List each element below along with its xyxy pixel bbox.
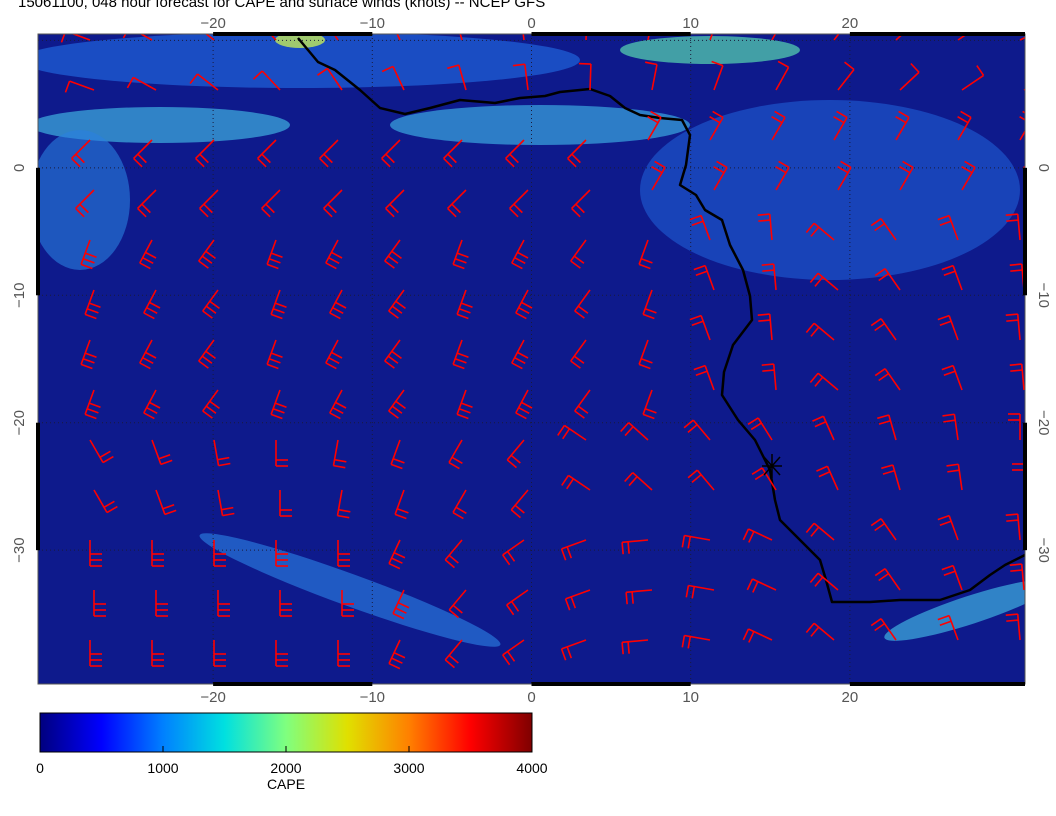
border-bar-top: [213, 32, 373, 36]
border-bar-left: [36, 422, 40, 551]
colorbar-label: CAPE: [267, 776, 305, 792]
lat-tick-label-left: −30: [11, 537, 28, 562]
lat-tick-label-right: −20: [1035, 410, 1052, 435]
lon-tick-label-top: 20: [842, 15, 859, 32]
lon-tick-label-top: −10: [360, 15, 385, 32]
lat-tick-label-right: 0: [1035, 164, 1052, 172]
lat-tick-label-left: −10: [11, 283, 28, 308]
border-bar-left: [36, 167, 40, 296]
colorbar-tick-label: 3000: [393, 760, 424, 776]
lat-tick-label-right: −10: [1035, 283, 1052, 308]
location-marker: [762, 454, 782, 478]
colorbar-tick-label: 1000: [147, 760, 178, 776]
border-bar-bottom: [531, 682, 691, 686]
lon-tick-label-bottom: −10: [360, 689, 385, 706]
wind-barb: [1023, 88, 1025, 91]
lon-tick-label-bottom: 0: [527, 689, 535, 706]
border-bar-right: [1023, 422, 1027, 551]
lat-tick-label-right: −30: [1035, 537, 1052, 562]
border-bar-top: [849, 32, 1025, 36]
border-bar-top: [531, 32, 691, 36]
lon-tick-label-top: −20: [200, 15, 225, 32]
lon-tick-label-bottom: 10: [682, 689, 699, 706]
border-bar-right: [1023, 167, 1027, 296]
border-bar-bottom: [849, 682, 1025, 686]
lon-tick-label-top: 10: [682, 15, 699, 32]
colorbar-tick-label: 2000: [270, 760, 301, 776]
cape-wind-map: −20−20−10−1000101020200 0−10 −10−20 −20−30−…: [11, 15, 1052, 792]
lon-tick-label-top: 0: [527, 15, 535, 32]
colorbar-tick-label: 0: [36, 760, 44, 776]
lat-tick-label-left: 0: [11, 164, 28, 172]
colorbar: 0 1000 2000 3000 4000 CAPE: [36, 712, 548, 792]
lon-tick-label-bottom: 20: [842, 689, 859, 706]
colorbar-tick-label: 4000: [516, 760, 547, 776]
cape-congo-basin: [640, 100, 1020, 280]
border-bar-bottom: [213, 682, 373, 686]
lon-tick-label-bottom: −20: [200, 689, 225, 706]
cape-band-itcz-east: [390, 105, 690, 145]
lat-tick-label-left: −20: [11, 410, 28, 435]
